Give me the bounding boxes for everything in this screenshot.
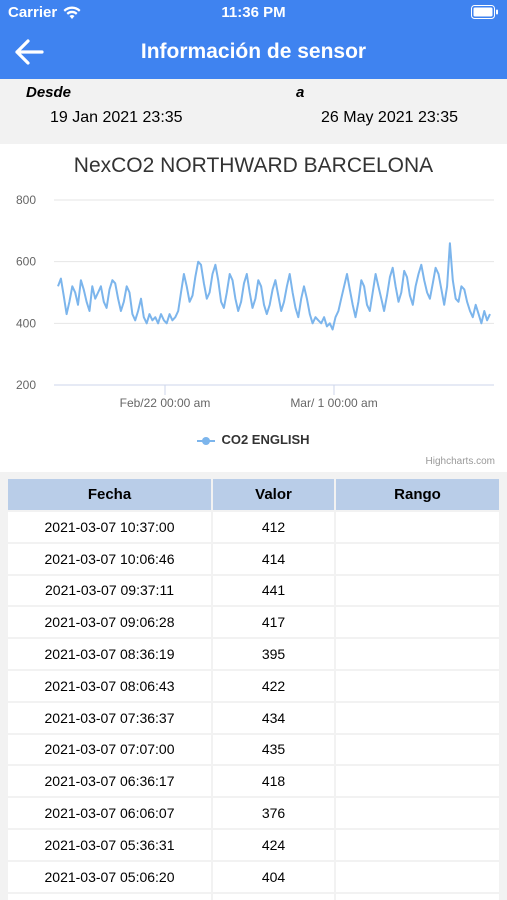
cell-valor (213, 893, 334, 900)
table-row[interactable]: 2021-03-07 05:06:20 404 (8, 861, 499, 892)
readings-table: Fecha Valor Rango 2021-03-07 10:37:00 412… (6, 477, 501, 900)
cell-rango (336, 670, 499, 701)
table-row[interactable]: 2021-03-07 05:36:31 424 (8, 829, 499, 860)
cell-valor: 422 (213, 670, 334, 701)
cell-valor: 441 (213, 575, 334, 606)
cell-fecha: 2021-03-07 06:36:17 (8, 766, 211, 797)
table-row[interactable]: 2021-03-07 10:37:00 412 (8, 512, 499, 542)
legend-label: CO2 ENGLISH (221, 432, 310, 447)
cell-rango (336, 543, 499, 574)
cell-fecha: 2021-03-07 06:06:07 (8, 798, 211, 828)
from-label: Desde (26, 84, 72, 101)
cell-rango (336, 893, 499, 900)
cell-rango (336, 639, 499, 669)
header-fecha[interactable]: Fecha (8, 479, 211, 510)
header-valor[interactable]: Valor (213, 479, 334, 510)
cell-rango (336, 734, 499, 765)
cell-fecha: 2021-03-07 08:06:43 (8, 670, 211, 701)
table-row[interactable]: 2021-03-07 07:36:37 434 (8, 702, 499, 733)
y-tick-label: 200 (16, 378, 36, 392)
y-tick-label: 600 (16, 255, 36, 269)
date-range-panel: Desde a 19 Jan 2021 23:35 26 May 2021 23… (0, 79, 507, 144)
cell-valor: 417 (213, 607, 334, 638)
readings-table-container: Fecha Valor Rango 2021-03-07 10:37:00 412… (0, 472, 507, 900)
from-date-value[interactable]: 19 Jan 2021 23:35 (50, 109, 183, 127)
table-header-row: Fecha Valor Rango (8, 479, 499, 510)
cell-valor: 424 (213, 829, 334, 860)
cell-valor: 376 (213, 798, 334, 828)
nav-bar: Información de sensor (0, 26, 507, 79)
table-row[interactable]: 2021-03-07 09:37:11 441 (8, 575, 499, 606)
battery-icon (471, 5, 499, 23)
table-row[interactable]: 2021-03-07 10:06:46 414 (8, 543, 499, 574)
cell-fecha: 2021-03-07 09:06:28 (8, 607, 211, 638)
x-tick-label: Mar/ 1 00:00 am (290, 396, 377, 410)
cell-valor: 412 (213, 512, 334, 542)
table-row[interactable]: 2021-03-07 06:36:17 418 (8, 766, 499, 797)
cell-valor: 395 (213, 639, 334, 669)
table-row[interactable]: 2021-03-07 06:06:07 376 (8, 798, 499, 828)
cell-valor: 414 (213, 543, 334, 574)
cell-fecha: 2021-03-07 10:06:46 (8, 543, 211, 574)
cell-rango (336, 798, 499, 828)
cell-valor: 435 (213, 734, 334, 765)
cell-rango (336, 512, 499, 542)
y-tick-label: 800 (16, 193, 36, 207)
cell-fecha: 2021-03-07 05:06:20 (8, 861, 211, 892)
header-rango[interactable]: Rango (336, 479, 499, 510)
status-time: 11:36 PM (221, 4, 286, 21)
cell-rango (336, 861, 499, 892)
cell-rango (336, 766, 499, 797)
table-row[interactable] (8, 893, 499, 900)
cell-rango (336, 829, 499, 860)
to-label: a (296, 84, 305, 101)
to-date-value[interactable]: 26 May 2021 23:35 (321, 109, 458, 127)
cell-rango (336, 607, 499, 638)
chart-plot: 800 600 400 200 Feb/22 00:00 am Mar/ 1 00:00 … (16, 193, 494, 410)
cell-fecha: 2021-03-07 09:37:11 (8, 575, 211, 606)
status-bar: Carrier 11:36 PM (0, 0, 507, 26)
cell-fecha: 2021-03-07 07:07:00 (8, 734, 211, 765)
table-row[interactable]: 2021-03-07 08:36:19 395 (8, 639, 499, 669)
x-tick-label: Feb/22 00:00 am (120, 396, 211, 410)
cell-fecha: 2021-03-07 08:36:19 (8, 639, 211, 669)
co2-chart: NexCO2 NORTHWARD BARCELONA 800 600 400 200 F… (0, 144, 507, 472)
highcharts-credits[interactable]: Highcharts.com (426, 456, 495, 467)
page-title: Información de sensor (140, 40, 367, 63)
table-row[interactable]: 2021-03-07 08:06:43 422 (8, 670, 499, 701)
table-row[interactable]: 2021-03-07 09:06:28 417 (8, 607, 499, 638)
cell-fecha: 2021-03-07 05:36:31 (8, 829, 211, 860)
cell-rango (336, 575, 499, 606)
legend-item-co2-english[interactable]: CO2 ENGLISH (0, 432, 507, 447)
cell-fecha: 2021-03-07 07:36:37 (8, 702, 211, 733)
series-line-co2-english[interactable] (57, 242, 491, 331)
cell-valor: 404 (213, 861, 334, 892)
table-row[interactable]: 2021-03-07 07:07:00 435 (8, 734, 499, 765)
y-tick-label: 400 (16, 316, 36, 330)
cell-valor: 434 (213, 702, 334, 733)
legend-line-icon (197, 436, 216, 446)
cell-valor: 418 (213, 766, 334, 797)
cell-rango (336, 702, 499, 733)
cell-fecha: 2021-03-07 10:37:00 (8, 512, 211, 542)
cell-fecha (8, 893, 211, 900)
